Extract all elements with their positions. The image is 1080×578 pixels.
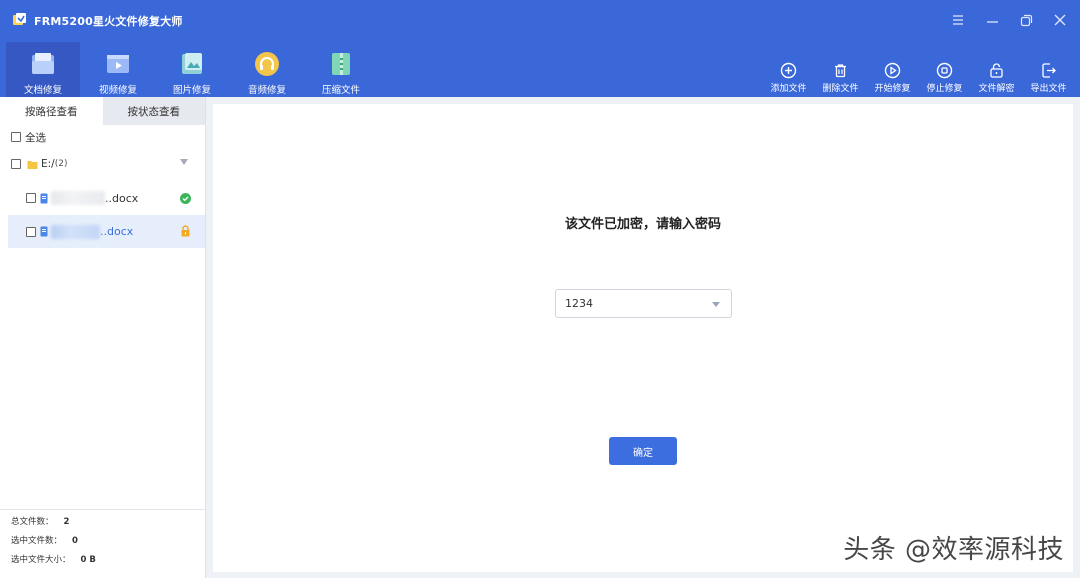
tab-image-repair[interactable]: 图片修复 [155,42,229,97]
minimize-icon[interactable] [984,10,1000,30]
tab-view-by-status[interactable]: 按状态查看 [102,97,205,125]
stop-circle-icon [935,60,955,80]
trash-icon [831,60,851,80]
app-title: FRM5200星火文件修复大师 [34,15,183,28]
file-stats: 总文件数： 2 选中文件数： 0 选中文件大小： 0 B [11,517,96,565]
password-panel: 该文件已加密，请输入密码 1234 确定 [213,104,1073,572]
folder-name: E:/ [41,158,55,170]
select-all-label: 全选 [25,131,46,144]
selected-file-size: 0 B [80,555,96,565]
folder-checkbox[interactable] [11,159,21,169]
file-extension: ..docx [105,191,139,205]
tab-archive[interactable]: 压缩文件 [304,42,378,97]
file-checkbox[interactable] [26,193,36,203]
folder-count: (2) [54,159,68,169]
plus-circle-icon [779,60,799,80]
chevron-down-icon[interactable] [712,302,720,307]
headphones-icon [252,49,282,79]
file-extension: ..docx [100,225,134,238]
close-icon[interactable] [1052,10,1068,30]
redacted-filename [51,191,105,205]
confirm-button[interactable]: 确定 [609,437,677,465]
lock-icon [180,225,191,237]
file-row[interactable]: ..docx [0,183,205,213]
file-checkbox[interactable] [26,226,36,237]
delete-file-button[interactable]: 删除文件 [817,60,864,94]
start-repair-button[interactable]: 开始修复 [869,60,916,94]
menu-icon[interactable] [950,10,966,30]
tab-video-repair[interactable]: 视频修复 [81,42,155,97]
file-sidebar: 按路径查看 按状态查看 全选 E:/ (2) ..docx ..docx 总文件… [0,97,206,578]
stats-divider [0,509,205,510]
folder-row[interactable]: E:/ (2) [0,155,205,173]
tab-audio-repair[interactable]: 音频修复 [230,42,304,97]
watermark: 头条 @效率源科技 [843,535,1064,565]
folder-icon [27,159,38,170]
selected-file-count: 0 [72,536,78,546]
export-icon [1039,60,1059,80]
toolbar: 文档修复 视频修复 图片修复 音频修复 压缩文件 添加文件 删除文件 开始修复 … [0,42,1080,97]
export-file-button[interactable]: 导出文件 [1025,60,1072,94]
stop-repair-button[interactable]: 停止修复 [921,60,968,94]
add-file-button[interactable]: 添加文件 [765,60,812,94]
play-circle-icon [883,60,903,80]
unlock-icon [987,60,1007,80]
image-icon [177,49,207,79]
password-prompt: 该文件已加密，请输入密码 [564,217,721,232]
document-folder-icon [28,49,58,79]
select-all-row: 全选 [0,128,205,146]
archive-icon [326,49,356,79]
decrypt-file-button[interactable]: 文件解密 [973,60,1020,94]
app-logo-icon [12,12,28,28]
tab-view-by-path[interactable]: 按路径查看 [0,97,103,125]
password-input[interactable]: 1234 [555,289,732,318]
restore-icon[interactable] [1018,10,1034,30]
check-circle-icon [180,193,191,204]
title-bar: FRM5200星火文件修复大师 [0,0,1080,42]
word-doc-icon [40,226,48,237]
video-icon [103,49,133,79]
select-all-checkbox[interactable] [11,132,21,142]
chevron-down-icon[interactable] [180,159,188,165]
password-value: 1234 [565,297,593,310]
redacted-filename [51,224,100,239]
total-file-count: 2 [63,517,70,527]
tab-document-repair[interactable]: 文档修复 [6,42,80,97]
word-doc-icon [40,193,48,204]
file-row-selected[interactable]: ..docx [8,215,205,248]
